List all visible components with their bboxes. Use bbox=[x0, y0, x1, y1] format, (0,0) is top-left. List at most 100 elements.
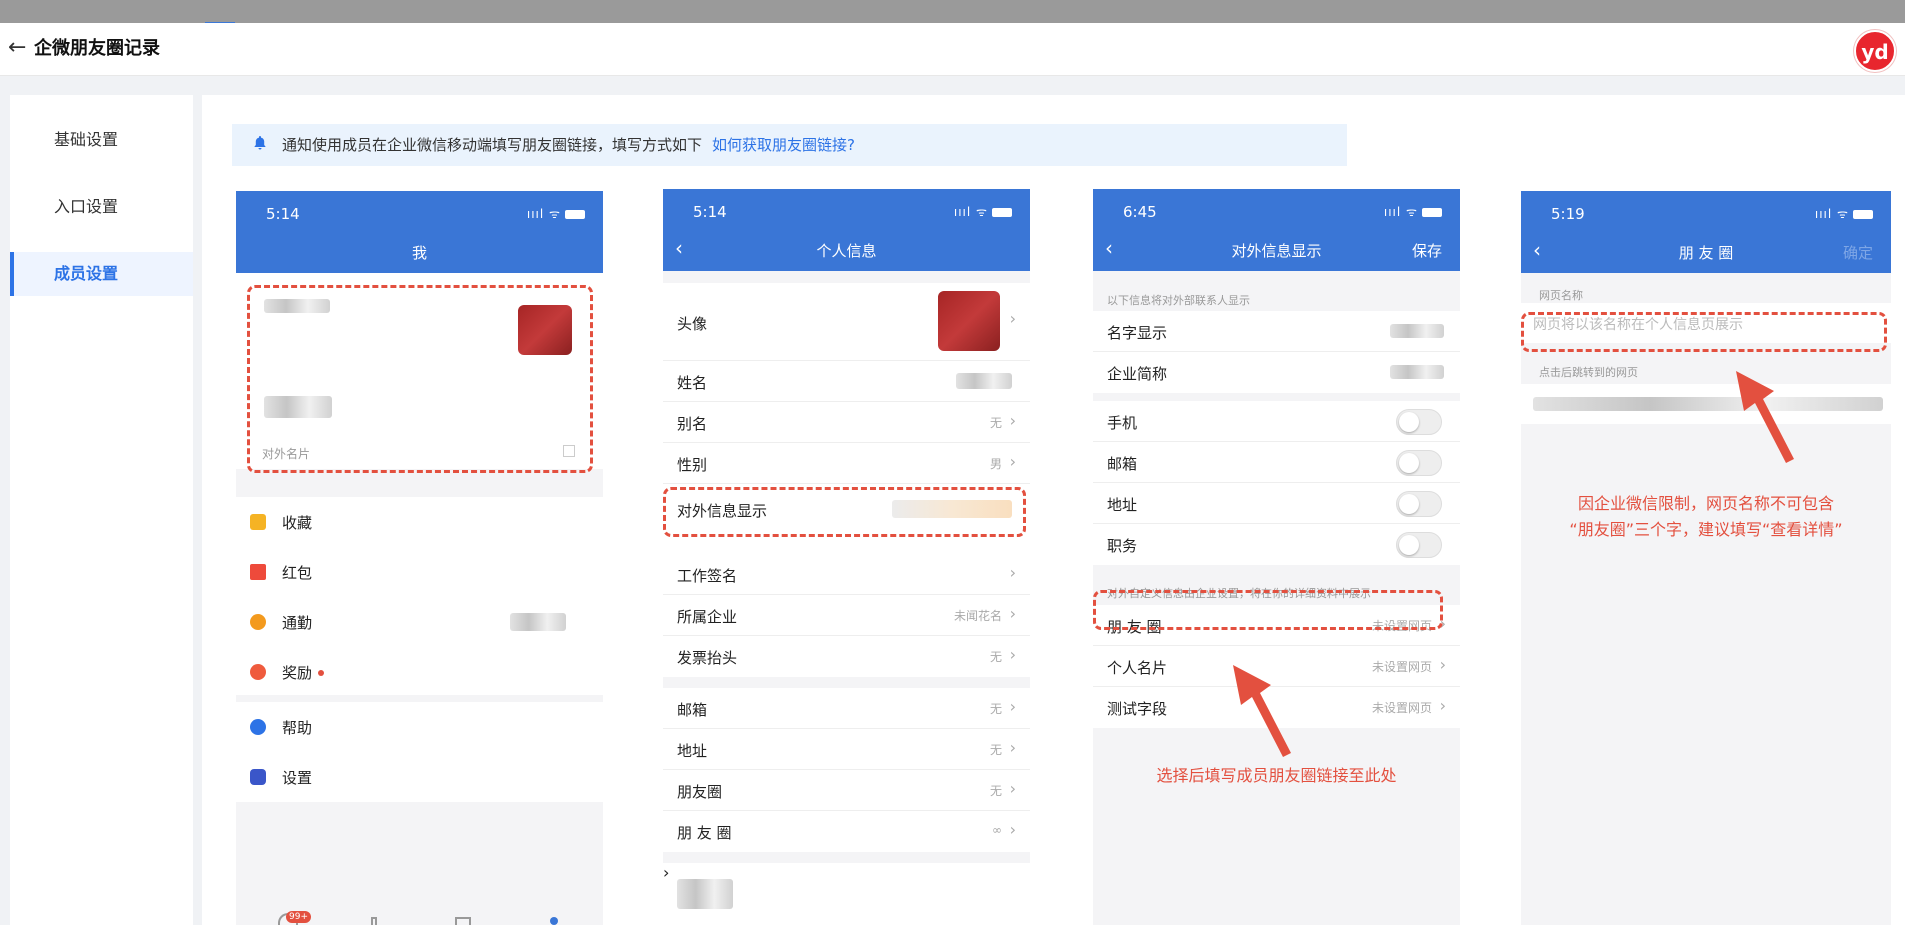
tab-workspace-icon[interactable] bbox=[455, 917, 471, 925]
field-label-name: 网页名称 bbox=[1539, 289, 1583, 302]
sidebar-item-entry-settings[interactable]: 入口设置 bbox=[10, 185, 193, 229]
row-label: 地址 bbox=[1107, 496, 1138, 514]
menu-label: 红包 bbox=[282, 564, 313, 582]
info-group-c: 邮箱无 › 地址无 › 朋友圈无 › 朋 友 圈 ∞ › bbox=[663, 688, 1030, 852]
user-avatar-logo[interactable]: yd bbox=[1854, 30, 1896, 72]
window-top-strip bbox=[0, 0, 1905, 24]
profile-card: 对外名片 bbox=[236, 273, 603, 473]
info-row-alias[interactable]: 别名 无 › bbox=[663, 402, 1030, 443]
info-row-address[interactable]: 地址 无 › bbox=[663, 729, 1030, 770]
menu-item[interactable]: 设置 bbox=[236, 752, 603, 802]
info-row-name[interactable]: 姓名 bbox=[663, 361, 1030, 402]
chevron-right-icon: › bbox=[1009, 604, 1016, 623]
chevron-right-icon: › bbox=[1439, 655, 1446, 674]
status-time: 5:19 bbox=[1551, 205, 1585, 223]
info-row-signature[interactable]: 工作签名 › bbox=[663, 554, 1030, 595]
highlight-box-name bbox=[1521, 312, 1887, 352]
save-button[interactable]: 保存 bbox=[1412, 240, 1442, 261]
phone-title: 我 bbox=[411, 244, 427, 262]
info-row-invoice[interactable]: 发票抬头 无 › bbox=[663, 636, 1030, 677]
menu-label: 帮助 bbox=[282, 719, 313, 737]
menu-label: 通勤 bbox=[282, 614, 313, 632]
phone-screenshot-personal-info: 5:14 ıııl ᯤ ‹ 个人信息 头像 › 姓名 别名无 › 性别男 › 对外信息… bbox=[663, 189, 1030, 925]
sidebar-item-basic-settings[interactable]: 基础设置 bbox=[10, 118, 193, 162]
menu-item[interactable]: 帮助 bbox=[236, 702, 603, 752]
row-label: 朋 友 圈 bbox=[677, 824, 732, 842]
info-row-avatar[interactable]: 头像 › bbox=[663, 283, 1030, 361]
blurred-url-input[interactable] bbox=[1533, 397, 1883, 411]
link-icon: ∞ bbox=[992, 823, 1002, 837]
tab-me-icon[interactable] bbox=[550, 917, 558, 925]
page-header: ← 企微朋友圈记录 yd bbox=[0, 23, 1905, 76]
address-toggle[interactable] bbox=[1396, 491, 1442, 517]
row-label: 名字显示 bbox=[1107, 324, 1168, 342]
email-toggle[interactable] bbox=[1396, 450, 1442, 476]
chevron-right-icon: › bbox=[1009, 411, 1016, 430]
chevron-right-icon: › bbox=[1009, 779, 1016, 798]
phone-status-header: 5:14 ıııl ᯤ 我 bbox=[236, 191, 603, 273]
ext-row-name[interactable]: 名字显示 bbox=[1093, 311, 1460, 352]
row-label: 头像 bbox=[677, 315, 708, 333]
field-label-url: 点击后跳转到的网页 bbox=[1539, 366, 1638, 379]
notice-banner: 通知使用成员在企业微信移动端填写朋友圈链接，填写方式如下 如何获取朋友圈链接? bbox=[232, 124, 1347, 166]
back-arrow-icon[interactable]: ← bbox=[8, 36, 26, 60]
phone-status-header: 6:45 ıııl ᯤ ‹ 对外信息显示 保存 bbox=[1093, 189, 1460, 271]
ext-row-company-short[interactable]: 企业简称 bbox=[1093, 352, 1460, 393]
title-toggle[interactable] bbox=[1396, 532, 1442, 558]
ext-row-address: 地址 bbox=[1093, 483, 1460, 524]
info-group-b: 工作签名 › 所属企业 未闻花名 › 发票抬头 无 › bbox=[663, 554, 1030, 677]
ext-row-title: 职务 bbox=[1093, 524, 1460, 565]
row-label: 工作签名 bbox=[677, 567, 738, 585]
chevron-right-icon: › bbox=[1009, 697, 1016, 716]
info-group-a: 头像 › 姓名 别名无 › 性别男 › 对外信息显示 bbox=[663, 283, 1030, 567]
blurred-avatar bbox=[938, 291, 1000, 351]
info-group-d: › bbox=[663, 863, 1030, 925]
status-time: 6:45 bbox=[1123, 203, 1157, 221]
info-row-company[interactable]: 所属企业 未闻花名 › bbox=[663, 595, 1030, 636]
blurred-content bbox=[677, 879, 733, 909]
menu-item[interactable]: 收藏 bbox=[236, 497, 603, 547]
sidebar-item-member-settings[interactable]: 成员设置 bbox=[10, 252, 193, 296]
phone-screenshot-external-info: 6:45 ıııl ᯤ ‹ 对外信息显示 保存 以下信息将对外部联系人显示 名字… bbox=[1093, 189, 1460, 925]
notice-help-link[interactable]: 如何获取朋友圈链接? bbox=[712, 136, 855, 154]
phone-toggle[interactable] bbox=[1396, 409, 1442, 435]
settings-icon bbox=[250, 769, 266, 785]
phone-status-header: 5:14 ıııl ᯤ ‹ 个人信息 bbox=[663, 189, 1030, 271]
row-value: 男 bbox=[989, 457, 1002, 471]
row-value: 无 bbox=[989, 702, 1002, 716]
menu-item[interactable]: 红包 bbox=[236, 547, 603, 597]
sidebar: 基础设置 入口设置 成员设置 bbox=[10, 95, 193, 925]
confirm-button[interactable]: 确定 bbox=[1843, 242, 1873, 263]
row-value: 无 bbox=[989, 650, 1002, 664]
row-label: 姓名 bbox=[677, 374, 708, 392]
info-row-email[interactable]: 邮箱 无 › bbox=[663, 688, 1030, 729]
menu-label: 奖励 bbox=[282, 664, 313, 682]
menu-item[interactable]: 通勤 bbox=[236, 597, 603, 647]
row-value: 未设置网页 bbox=[1371, 701, 1432, 715]
row-label: 别名 bbox=[677, 415, 708, 433]
chevron-right-icon: › bbox=[1009, 452, 1016, 471]
chevron-right-icon: › bbox=[1009, 738, 1016, 757]
status-time: 5:14 bbox=[266, 205, 300, 223]
info-row-moments-custom[interactable]: 朋 友 圈 ∞ › bbox=[663, 811, 1030, 852]
chevron-right-icon: › bbox=[1009, 563, 1016, 582]
notice-text: 通知使用成员在企业微信移动端填写朋友圈链接，填写方式如下 bbox=[282, 136, 703, 154]
ext-group-toggles: 手机 邮箱 地址 职务 bbox=[1093, 401, 1460, 565]
red-envelope-icon bbox=[250, 564, 266, 580]
unread-badge: 99+ bbox=[286, 911, 311, 923]
blurred-value bbox=[1390, 324, 1444, 338]
phone-title: 个人信息 bbox=[816, 242, 877, 260]
info-row-moments[interactable]: 朋友圈 无 › bbox=[663, 770, 1030, 811]
row-label: 所属企业 bbox=[677, 608, 738, 626]
info-row-gender[interactable]: 性别 男 › bbox=[663, 443, 1030, 484]
status-icons: ıııl ᯤ bbox=[1815, 205, 1873, 222]
menu-item[interactable]: 奖励 bbox=[236, 647, 603, 697]
chevron-right-icon: › bbox=[1009, 645, 1016, 664]
instruction-note-line2: “朋友圈”三个字，建议填写“查看详情” bbox=[1569, 520, 1843, 539]
tab-contacts-icon[interactable] bbox=[371, 917, 377, 925]
phone-screenshot-me: 5:14 ıııl ᯤ 我 对外名片 收藏 红包 通勤 奖励 帮助 设置 99+ bbox=[236, 191, 603, 925]
row-value: 无 bbox=[989, 743, 1002, 757]
row-label: 发票抬头 bbox=[677, 649, 738, 667]
phone-screenshot-moments-edit: 5:19 ıııl ᯤ ‹ 朋 友 圈 确定 网页名称 网页将以该名称在个人信息… bbox=[1521, 191, 1891, 925]
status-icons: ıııl ᯤ bbox=[954, 203, 1012, 220]
